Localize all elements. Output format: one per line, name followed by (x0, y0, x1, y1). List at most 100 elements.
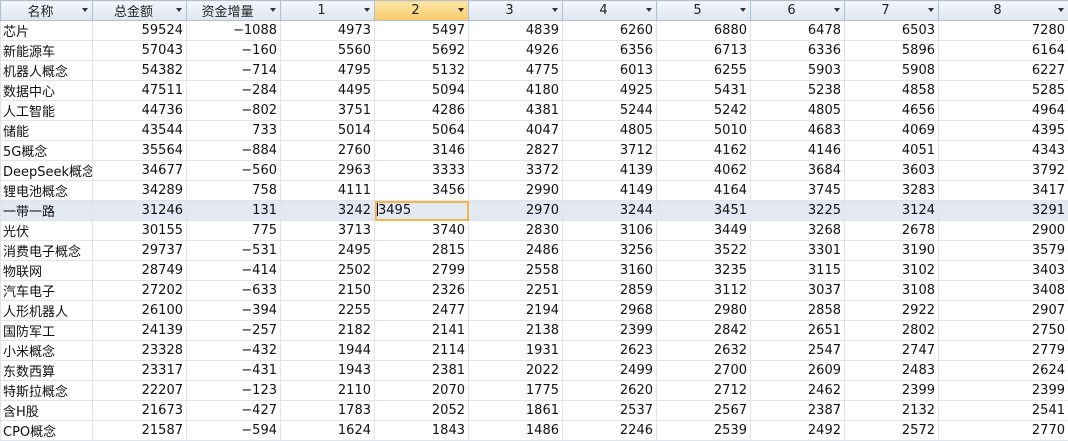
table-row[interactable]: DeepSeek概念 34677 −560 2963 3333 3372 4139 4062 3… (0, 160, 1068, 181)
filter-dropdown-icon[interactable] (646, 8, 652, 12)
data-cell[interactable]: 31246 (92, 200, 187, 221)
data-cell[interactable]: 3283 (844, 180, 939, 201)
filter-dropdown-icon[interactable] (740, 8, 746, 12)
data-cell[interactable]: 1931 (468, 340, 563, 361)
column-header-1[interactable]: 总金额 (92, 0, 187, 21)
filter-dropdown-icon[interactable] (834, 8, 840, 12)
data-cell[interactable]: −414 (186, 260, 281, 281)
data-cell[interactable]: 3684 (750, 160, 845, 181)
data-cell[interactable]: 4381 (468, 100, 563, 121)
data-cell[interactable]: 4395 (938, 120, 1068, 141)
column-header-7[interactable]: 5 (656, 0, 751, 21)
data-cell[interactable]: 3225 (750, 200, 845, 221)
data-cell[interactable]: 5010 (656, 120, 751, 141)
data-cell[interactable]: 3372 (468, 160, 563, 181)
data-cell[interactable]: 6880 (656, 20, 751, 41)
table-row[interactable]: 一带一路 31246 131 3242 3495 2970 3244 3451 3225 3124… (0, 200, 1068, 221)
data-cell[interactable]: 3522 (656, 240, 751, 261)
table-row[interactable]: 消费电子概念 29737 −531 2495 2815 2486 3256 3522 3301 3… (0, 240, 1068, 261)
data-cell[interactable]: 4973 (280, 20, 375, 41)
data-cell[interactable]: 2980 (656, 300, 751, 321)
data-cell[interactable]: 2700 (656, 360, 751, 381)
data-cell[interactable]: 57043 (92, 40, 187, 61)
data-cell[interactable]: 5497 (374, 20, 469, 41)
data-cell[interactable]: 2052 (374, 400, 469, 421)
data-cell[interactable]: 1843 (374, 420, 469, 441)
filter-dropdown-icon[interactable] (1058, 8, 1064, 12)
data-cell[interactable]: 2900 (938, 220, 1068, 241)
data-cell[interactable]: 3403 (938, 260, 1068, 281)
data-cell[interactable]: 4925 (562, 80, 657, 101)
data-cell[interactable]: 4926 (468, 40, 563, 61)
table-row[interactable]: 人形机器人 26100 −394 2255 2477 2194 2968 2980 2858 29… (0, 300, 1068, 321)
data-cell[interactable]: 27202 (92, 280, 187, 301)
table-row[interactable]: 含H股 21673 −427 1783 2052 1861 2537 2567 2387 2132… (0, 400, 1068, 421)
data-cell[interactable]: 2246 (562, 420, 657, 441)
data-cell[interactable]: 2499 (562, 360, 657, 381)
data-cell[interactable]: 3713 (280, 220, 375, 241)
table-row[interactable]: 汽车电子 27202 −633 2150 2326 2251 2859 3112 3037 310… (0, 280, 1068, 301)
data-cell[interactable]: 4146 (750, 140, 845, 161)
data-cell[interactable]: 3603 (844, 160, 939, 181)
data-cell[interactable]: −594 (186, 420, 281, 441)
data-cell[interactable]: 2255 (280, 300, 375, 321)
table-row[interactable]: 光伏 30155 775 3713 3740 2830 3106 3449 3268 2678 29… (0, 220, 1068, 241)
data-cell[interactable]: 2483 (844, 360, 939, 381)
filter-dropdown-icon[interactable] (458, 8, 464, 12)
data-cell[interactable]: 6255 (656, 60, 751, 81)
table-row[interactable]: 新能源车 57043 −160 5560 5692 4926 6356 6713 6336 589… (0, 40, 1068, 61)
data-cell[interactable]: 6713 (656, 40, 751, 61)
data-cell[interactable]: 34677 (92, 160, 187, 181)
data-cell[interactable]: 34289 (92, 180, 187, 201)
data-cell[interactable]: 2194 (468, 300, 563, 321)
data-cell[interactable]: 5560 (280, 40, 375, 61)
table-row[interactable]: 国防军工 24139 −257 2182 2141 2138 2399 2842 2651 280… (0, 320, 1068, 341)
table-row[interactable]: 锂电池概念 34289 758 4111 3456 2990 4149 4164 3745 328… (0, 180, 1068, 201)
data-cell[interactable]: 2558 (468, 260, 563, 281)
data-cell[interactable]: 1624 (280, 420, 375, 441)
data-cell[interactable]: 43544 (92, 120, 187, 141)
row-name-cell[interactable]: 一带一路 (0, 200, 93, 221)
data-cell[interactable]: 2399 (844, 380, 939, 401)
column-header-10[interactable]: 8 (938, 0, 1068, 21)
data-cell[interactable]: 3449 (656, 220, 751, 241)
row-name-cell[interactable]: 人工智能 (0, 100, 93, 121)
table-row[interactable]: 机器人概念 54382 −714 4795 5132 4775 6013 6255 5903 59… (0, 60, 1068, 81)
data-cell[interactable]: 2387 (750, 400, 845, 421)
data-cell[interactable]: 3408 (938, 280, 1068, 301)
data-cell[interactable]: 2381 (374, 360, 469, 381)
data-cell[interactable]: 1486 (468, 420, 563, 441)
data-cell[interactable]: 3106 (562, 220, 657, 241)
data-cell[interactable]: 6478 (750, 20, 845, 41)
data-cell[interactable]: 3102 (844, 260, 939, 281)
data-cell[interactable]: 2399 (562, 320, 657, 341)
data-cell[interactable]: 2779 (938, 340, 1068, 361)
data-cell[interactable]: 3579 (938, 240, 1068, 261)
data-cell[interactable]: −714 (186, 60, 281, 81)
data-cell[interactable]: 5014 (280, 120, 375, 141)
data-cell[interactable]: 2651 (750, 320, 845, 341)
data-cell[interactable]: 3495 (374, 200, 469, 221)
data-cell[interactable]: 3751 (280, 100, 375, 121)
data-cell[interactable]: 3160 (562, 260, 657, 281)
data-cell[interactable]: 2609 (750, 360, 845, 381)
data-cell[interactable]: 1944 (280, 340, 375, 361)
data-cell[interactable]: 2462 (750, 380, 845, 401)
data-cell[interactable]: 1861 (468, 400, 563, 421)
data-cell[interactable]: 2486 (468, 240, 563, 261)
data-cell[interactable]: 2624 (938, 360, 1068, 381)
data-cell[interactable]: −160 (186, 40, 281, 61)
data-cell[interactable]: 2760 (280, 140, 375, 161)
data-cell[interactable]: 2712 (656, 380, 751, 401)
data-cell[interactable]: 2567 (656, 400, 751, 421)
row-name-cell[interactable]: 光伏 (0, 220, 93, 241)
table-row[interactable]: 物联网 28749 −414 2502 2799 2558 3160 3235 3115 3102… (0, 260, 1068, 281)
data-cell[interactable]: 3235 (656, 260, 751, 281)
data-cell[interactable]: 2022 (468, 360, 563, 381)
data-cell[interactable]: 59524 (92, 20, 187, 41)
data-cell[interactable]: 733 (186, 120, 281, 141)
data-cell[interactable]: −531 (186, 240, 281, 261)
data-cell[interactable]: 3108 (844, 280, 939, 301)
data-cell[interactable]: 2678 (844, 220, 939, 241)
data-cell[interactable]: 4162 (656, 140, 751, 161)
